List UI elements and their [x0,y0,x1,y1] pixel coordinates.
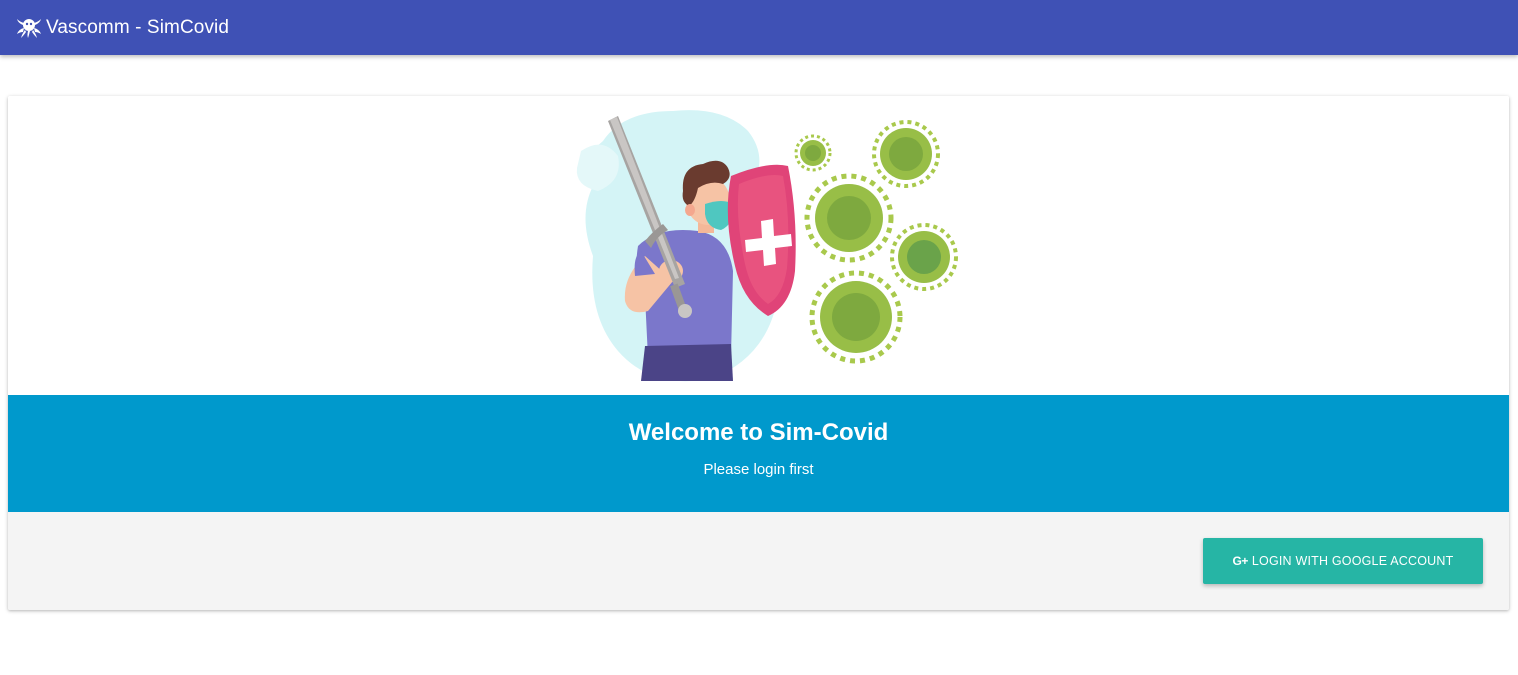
welcome-title: Welcome to Sim-Covid [628,419,889,446]
top-navbar: Vascomm - SimCovid [0,0,1518,55]
login-google-label: LOGIN WITH GOOGLE ACCOUNT [1251,554,1454,568]
card-image-area [8,96,1509,395]
sword-pommel [678,304,692,318]
brand-link[interactable]: Vascomm - SimCovid [16,17,229,39]
octopus-icon [16,17,42,39]
brand-title: Vascomm - SimCovid [46,16,230,38]
covid-defender-illustration [563,106,963,386]
login-google-button[interactable]: G+ LOGIN WITH GOOGLE ACCOUNT [1203,538,1483,584]
virus-bottom [809,270,903,364]
pants [641,344,733,381]
welcome-banner: Welcome to Sim-Covid Please login first [8,395,1509,512]
virus-top-right [872,120,940,188]
virus-right [890,223,958,291]
card-action-area: G+ LOGIN WITH GOOGLE ACCOUNT [8,512,1509,610]
google-plus-icon: G+ [1232,554,1249,568]
virus-center [804,173,894,263]
virus-small-top [794,134,832,172]
login-card: Welcome to Sim-Covid Please login first … [8,96,1509,610]
welcome-subtitle: Please login first [703,461,814,478]
